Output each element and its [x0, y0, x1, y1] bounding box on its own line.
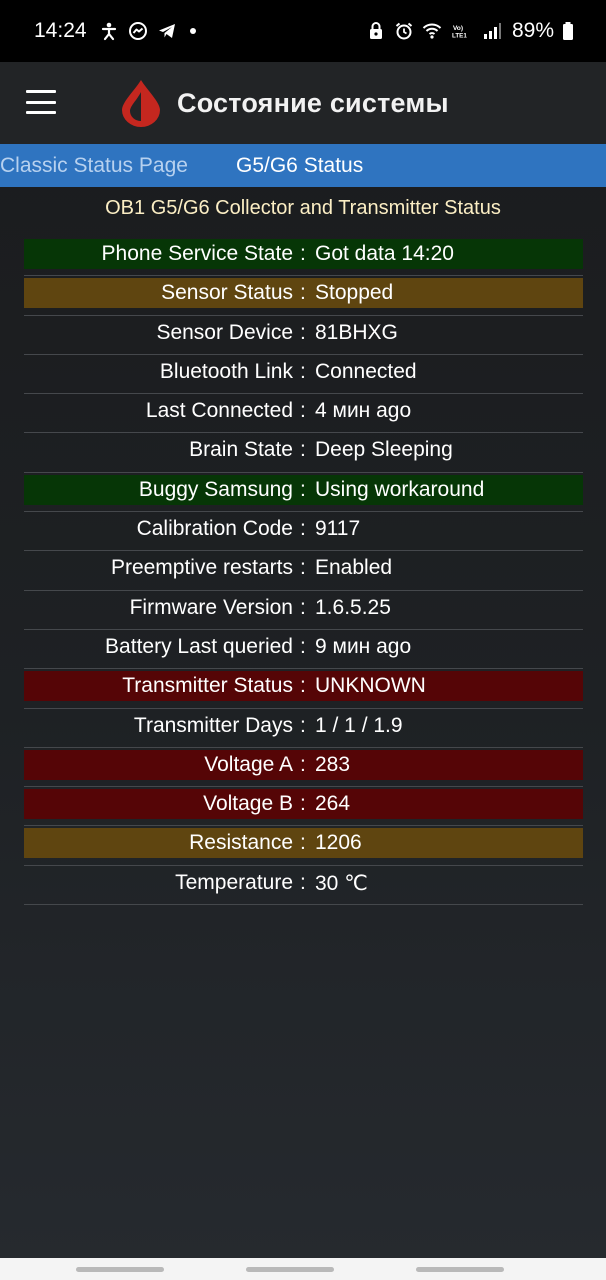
- status-value: 283: [315, 752, 351, 776]
- status-label: Buggy Samsung: [138, 477, 293, 501]
- status-label: Battery Last queried: [105, 634, 293, 658]
- label-separator: :: [300, 792, 306, 816]
- label-separator: :: [300, 634, 306, 658]
- status-row: Voltage B:264: [24, 787, 583, 827]
- status-row: Voltage A:283: [24, 748, 583, 788]
- status-value: Using workaround: [315, 477, 485, 501]
- status-label: Temperature: [175, 870, 293, 894]
- tab-bar: Classic Status Page G5/G6 Status: [0, 144, 606, 187]
- label-separator: :: [300, 831, 306, 855]
- status-value: Deep Sleeping: [315, 438, 453, 462]
- status-label: Preemptive restarts: [110, 556, 293, 580]
- status-value: 1.6.5.25: [315, 595, 391, 619]
- status-row: Resistance:1206: [24, 826, 583, 866]
- battery-percent: 89%: [511, 19, 554, 42]
- status-value: 30 ℃: [315, 871, 368, 895]
- signal-icon: [482, 21, 502, 41]
- status-label: Resistance: [189, 831, 293, 855]
- hamburger-menu-icon[interactable]: [26, 90, 56, 114]
- status-row: Preemptive restarts: Enabled: [24, 551, 583, 591]
- status-row: Firmware Version:1.6.5.25: [24, 591, 583, 630]
- status-label: Sensor Device: [156, 320, 293, 344]
- status-time: 14:24: [34, 19, 87, 42]
- app-toolbar: Состояние системы: [0, 62, 606, 144]
- accessibility-icon: [99, 21, 119, 41]
- status-label: Sensor Status: [161, 281, 293, 305]
- label-separator: :: [300, 870, 306, 894]
- status-label: Brain State: [189, 438, 293, 462]
- label-separator: :: [300, 595, 306, 619]
- status-value: Connected: [315, 359, 417, 383]
- navigation-bar: [0, 1258, 606, 1280]
- system-icons: Vo) LTE1 89%: [366, 19, 574, 43]
- label-separator: :: [300, 674, 306, 698]
- status-value: 264: [315, 792, 351, 816]
- status-value: 9117: [315, 517, 361, 541]
- status-label: Phone Service State: [101, 242, 293, 265]
- battery-icon: [562, 21, 574, 41]
- status-label: Transmitter Days: [133, 713, 293, 737]
- label-separator: :: [300, 281, 306, 305]
- status-value: 9 мин ago: [315, 634, 412, 658]
- volte-icon: Vo) LTE1: [450, 21, 474, 41]
- messenger-icon: [128, 21, 148, 41]
- status-row: Buggy Samsung: Using workaround: [24, 473, 583, 513]
- status-row: Calibration Code:9117: [24, 512, 583, 552]
- telegram-icon: [157, 21, 177, 41]
- status-row: Bluetooth Link: Connected: [24, 355, 583, 395]
- label-separator: :: [300, 752, 306, 776]
- status-row: Transmitter Days:1 / 1 / 1.9: [24, 709, 583, 748]
- status-row: Sensor Status: Stopped: [24, 276, 583, 316]
- status-value: Enabled: [315, 556, 393, 580]
- label-separator: :: [300, 320, 306, 344]
- status-label: Bluetooth Link: [159, 359, 293, 383]
- row-divider: [24, 904, 583, 906]
- notification-icons: [99, 21, 196, 41]
- status-list: Phone Service State: Got data 14:20 Sensor…: [24, 237, 583, 906]
- status-label: Firmware Version: [129, 595, 293, 619]
- status-row: Last Connected:4 мин ago: [24, 394, 583, 434]
- status-row: Temperature:30 ℃: [24, 866, 583, 906]
- notification-dot-icon: [189, 28, 196, 34]
- tab-g5-g6-status[interactable]: G5/G6 Status: [236, 154, 363, 178]
- status-value: Got data 14:20: [315, 242, 454, 265]
- lock-icon: [366, 21, 386, 41]
- status-row: Transmitter Status: UNKNOWN: [24, 669, 583, 709]
- status-value: 81BHXG: [315, 320, 398, 344]
- status-value: 1 / 1 / 1.9: [315, 713, 403, 737]
- status-row: Battery Last queried:9 мин ago: [24, 630, 583, 670]
- status-label: Last Connected: [145, 399, 293, 423]
- nav-home-handle[interactable]: [246, 1267, 334, 1272]
- xdrip-drop-logo-icon: [122, 80, 160, 127]
- status-row: Sensor Device:81BHXG: [24, 316, 583, 355]
- status-label: Voltage B: [203, 792, 293, 816]
- status-row: Phone Service State: Got data 14:20: [24, 237, 583, 277]
- status-bar: 14:24 Vo) LTE1 89%: [0, 0, 606, 62]
- label-separator: :: [300, 399, 306, 423]
- label-separator: :: [300, 242, 306, 265]
- nav-recents-handle[interactable]: [76, 1267, 164, 1272]
- label-separator: :: [300, 517, 306, 541]
- status-value: 1206: [315, 831, 362, 855]
- status-label: Transmitter Status: [122, 674, 293, 698]
- status-row: Brain State: Deep Sleeping: [24, 433, 583, 473]
- label-separator: :: [300, 438, 306, 462]
- status-label: Calibration Code: [136, 517, 293, 541]
- svg-text:LTE1: LTE1: [452, 33, 467, 40]
- status-label: Voltage A: [204, 752, 293, 776]
- nav-back-handle[interactable]: [416, 1267, 504, 1272]
- tab-classic-status[interactable]: Classic Status Page: [0, 154, 188, 178]
- label-separator: :: [300, 359, 306, 383]
- status-value: UNKNOWN: [315, 674, 426, 698]
- label-separator: :: [300, 713, 306, 737]
- section-title: OB1 G5/G6 Collector and Transmitter Stat…: [105, 197, 501, 219]
- label-separator: :: [300, 556, 306, 580]
- status-value: Stopped: [315, 281, 394, 305]
- page-title: Состояние системы: [177, 88, 449, 118]
- label-separator: :: [300, 477, 306, 501]
- status-value: 4 мин ago: [315, 399, 412, 423]
- wifi-icon: [422, 21, 442, 41]
- alarm-icon: [394, 21, 414, 41]
- svg-text:Vo): Vo): [453, 25, 463, 32]
